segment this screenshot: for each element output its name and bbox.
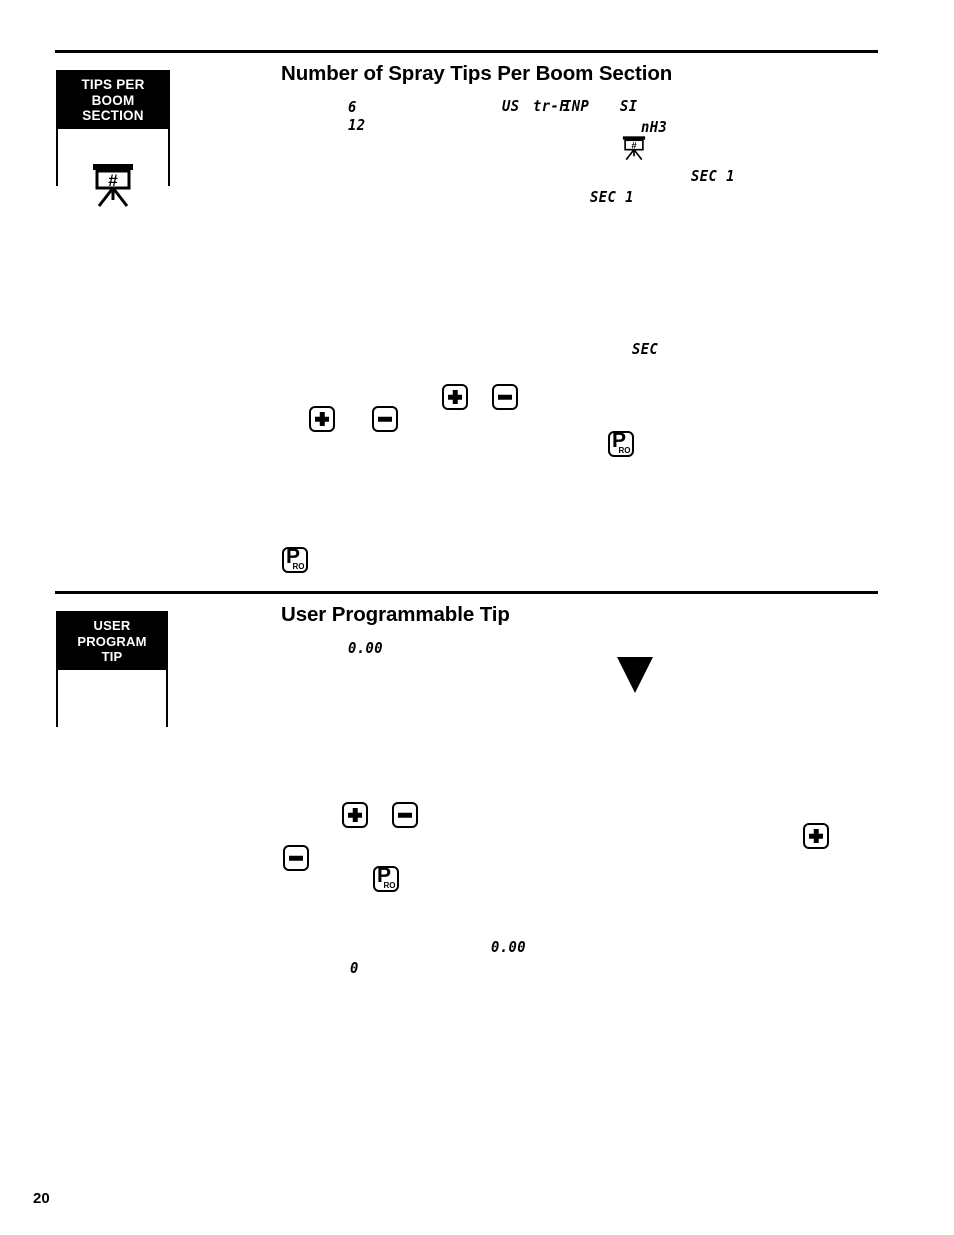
plus-button[interactable] [309,406,335,432]
key-box-header-line-1: TIPS PER [81,77,145,92]
pro-button[interactable]: P RO [608,431,634,457]
key-box-header-line-3: TIP [101,649,123,664]
lcd-tip-count-12: 12 [348,116,366,134]
plus-icon-vertical-bar [352,808,358,822]
key-box-header-line-1: USER [93,618,131,633]
minus-button[interactable] [492,384,518,410]
key-box-header-tips: TIPS PER BOOM SECTION [58,72,168,129]
plus-button[interactable] [803,823,829,849]
key-box-header-user: USER PROGRAM TIP [58,613,166,670]
minus-button[interactable] [283,845,309,871]
key-box-header-line-2: PROGRAM [77,633,147,649]
key-box-body-user [58,669,166,782]
boom-hash-icon-inline: # [622,136,646,161]
plus-button[interactable] [342,802,368,828]
minus-button[interactable] [392,802,418,828]
key-box-body-tips: # [58,128,168,241]
pro-button-letters-ro: RO [383,880,396,890]
key-box-tips-per-boom-section: TIPS PER BOOM SECTION # [56,70,170,241]
lcd-unit-us: US [502,97,520,115]
minus-icon-bar [378,416,392,422]
plus-icon-vertical-bar [813,829,819,843]
down-triangle-icon [617,657,653,693]
lcd-tip-value-zero: 0 [350,959,359,977]
lcd-unit-si: SI [620,97,638,115]
plus-icon-vertical-bar [452,390,458,404]
key-box-header-line-2: BOOM [91,92,135,108]
page-number: 20 [33,1190,50,1207]
lcd-tip-value-top: 0.00 [348,639,384,657]
lcd-tip-count-6: 6 [348,98,357,116]
section-divider-middle [55,591,878,594]
lcd-section-sec: SEC [632,340,659,358]
lcd-tip-value-bottom: 0.00 [491,938,527,956]
minus-icon-bar [398,812,412,818]
lcd-section-sec-1-left: SEC 1 [590,188,634,206]
minus-icon-bar [289,855,303,861]
boom-hash-icon: # [93,163,133,207]
pro-button-letters-ro: RO [618,445,631,455]
lcd-section-sec-1-right: SEC 1 [691,167,735,185]
page-title-user-programmable-tip: User Programmable Tip [281,603,510,626]
key-box-header-line-3: SECTION [82,108,144,123]
pro-button[interactable]: P RO [373,866,399,892]
minus-icon-bar [498,394,512,400]
minus-button[interactable] [372,406,398,432]
pro-button-letters-ro: RO [292,561,305,571]
section-divider-top [55,50,878,53]
plus-button[interactable] [442,384,468,410]
key-box-user-programmable-tip: USER PROGRAM TIP [56,611,168,782]
svg-text:#: # [108,171,118,190]
page-title-tips-per-boom-section: Number of Spray Tips Per Boom Section [281,62,673,85]
lcd-unit-inp: INP [563,97,590,115]
pro-button[interactable]: P RO [282,547,308,573]
plus-icon-vertical-bar [319,412,325,426]
